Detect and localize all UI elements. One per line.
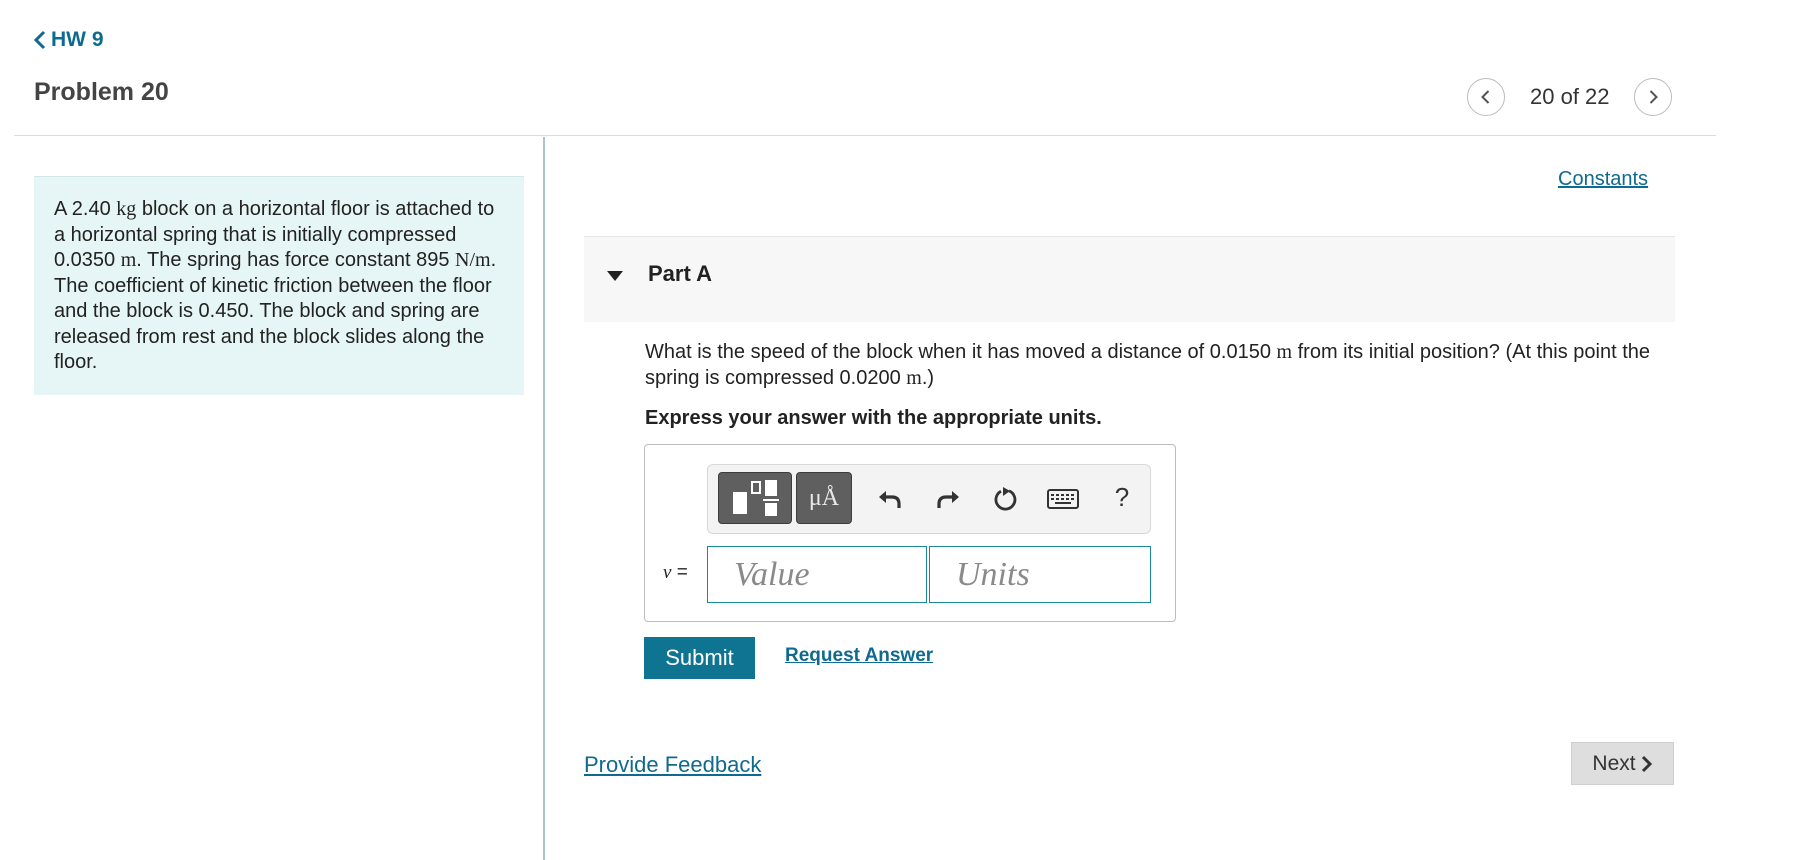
previous-problem-button[interactable] [1467,78,1505,116]
chevron-right-icon [1649,90,1658,104]
problem-statement: A 2.40 kg block on a horizontal floor is… [34,176,524,395]
reset-button[interactable] [992,485,1020,513]
provide-feedback-link[interactable]: Provide Feedback [584,752,761,778]
redo-icon [937,491,959,508]
problem-counter: 20 of 22 [1530,84,1610,109]
undo-icon [879,491,901,508]
redo-button[interactable] [934,485,962,513]
pane-divider [543,137,545,860]
question-text: What is the speed of the block when it h… [645,341,1651,389]
chevron-left-icon [1481,90,1490,104]
units-button[interactable]: μÅ [796,472,852,524]
constants-link[interactable]: Constants [1558,168,1648,191]
answer-instruction: Express your answer with the appropriate… [645,407,1102,429]
units-tool-label: μÅ [808,484,840,511]
part-title: Part A [648,261,712,286]
back-to-hw-link[interactable]: HW 9 [33,28,104,52]
undo-button[interactable] [876,485,904,513]
math-toolbar: μÅ ? [707,464,1151,534]
next-button[interactable]: Next [1571,742,1674,785]
help-button[interactable]: ? [1108,482,1136,512]
templates-button[interactable] [718,472,792,524]
keyboard-icon [1047,489,1079,509]
keyboard-button[interactable] [1046,485,1080,513]
chevron-right-icon [1641,755,1652,772]
next-button-label: Next [1592,751,1636,775]
submit-button[interactable]: Submit [644,637,755,679]
part-a-header[interactable]: Part A [584,236,1675,322]
request-answer-link[interactable]: Request Answer [785,645,933,667]
chevron-left-icon [33,30,46,50]
templates-icon [733,480,779,516]
problem-title: Problem 20 [34,78,169,106]
reset-icon [994,487,1017,511]
value-input[interactable] [707,546,927,603]
answer-variable-label: v = [663,562,688,583]
answer-box: μÅ ? v = Value Units [644,444,1176,622]
back-link-label: HW 9 [51,28,104,51]
units-input[interactable] [929,546,1151,603]
caret-down-icon [607,271,623,281]
header-divider [14,135,1716,136]
next-problem-button[interactable] [1634,78,1672,116]
